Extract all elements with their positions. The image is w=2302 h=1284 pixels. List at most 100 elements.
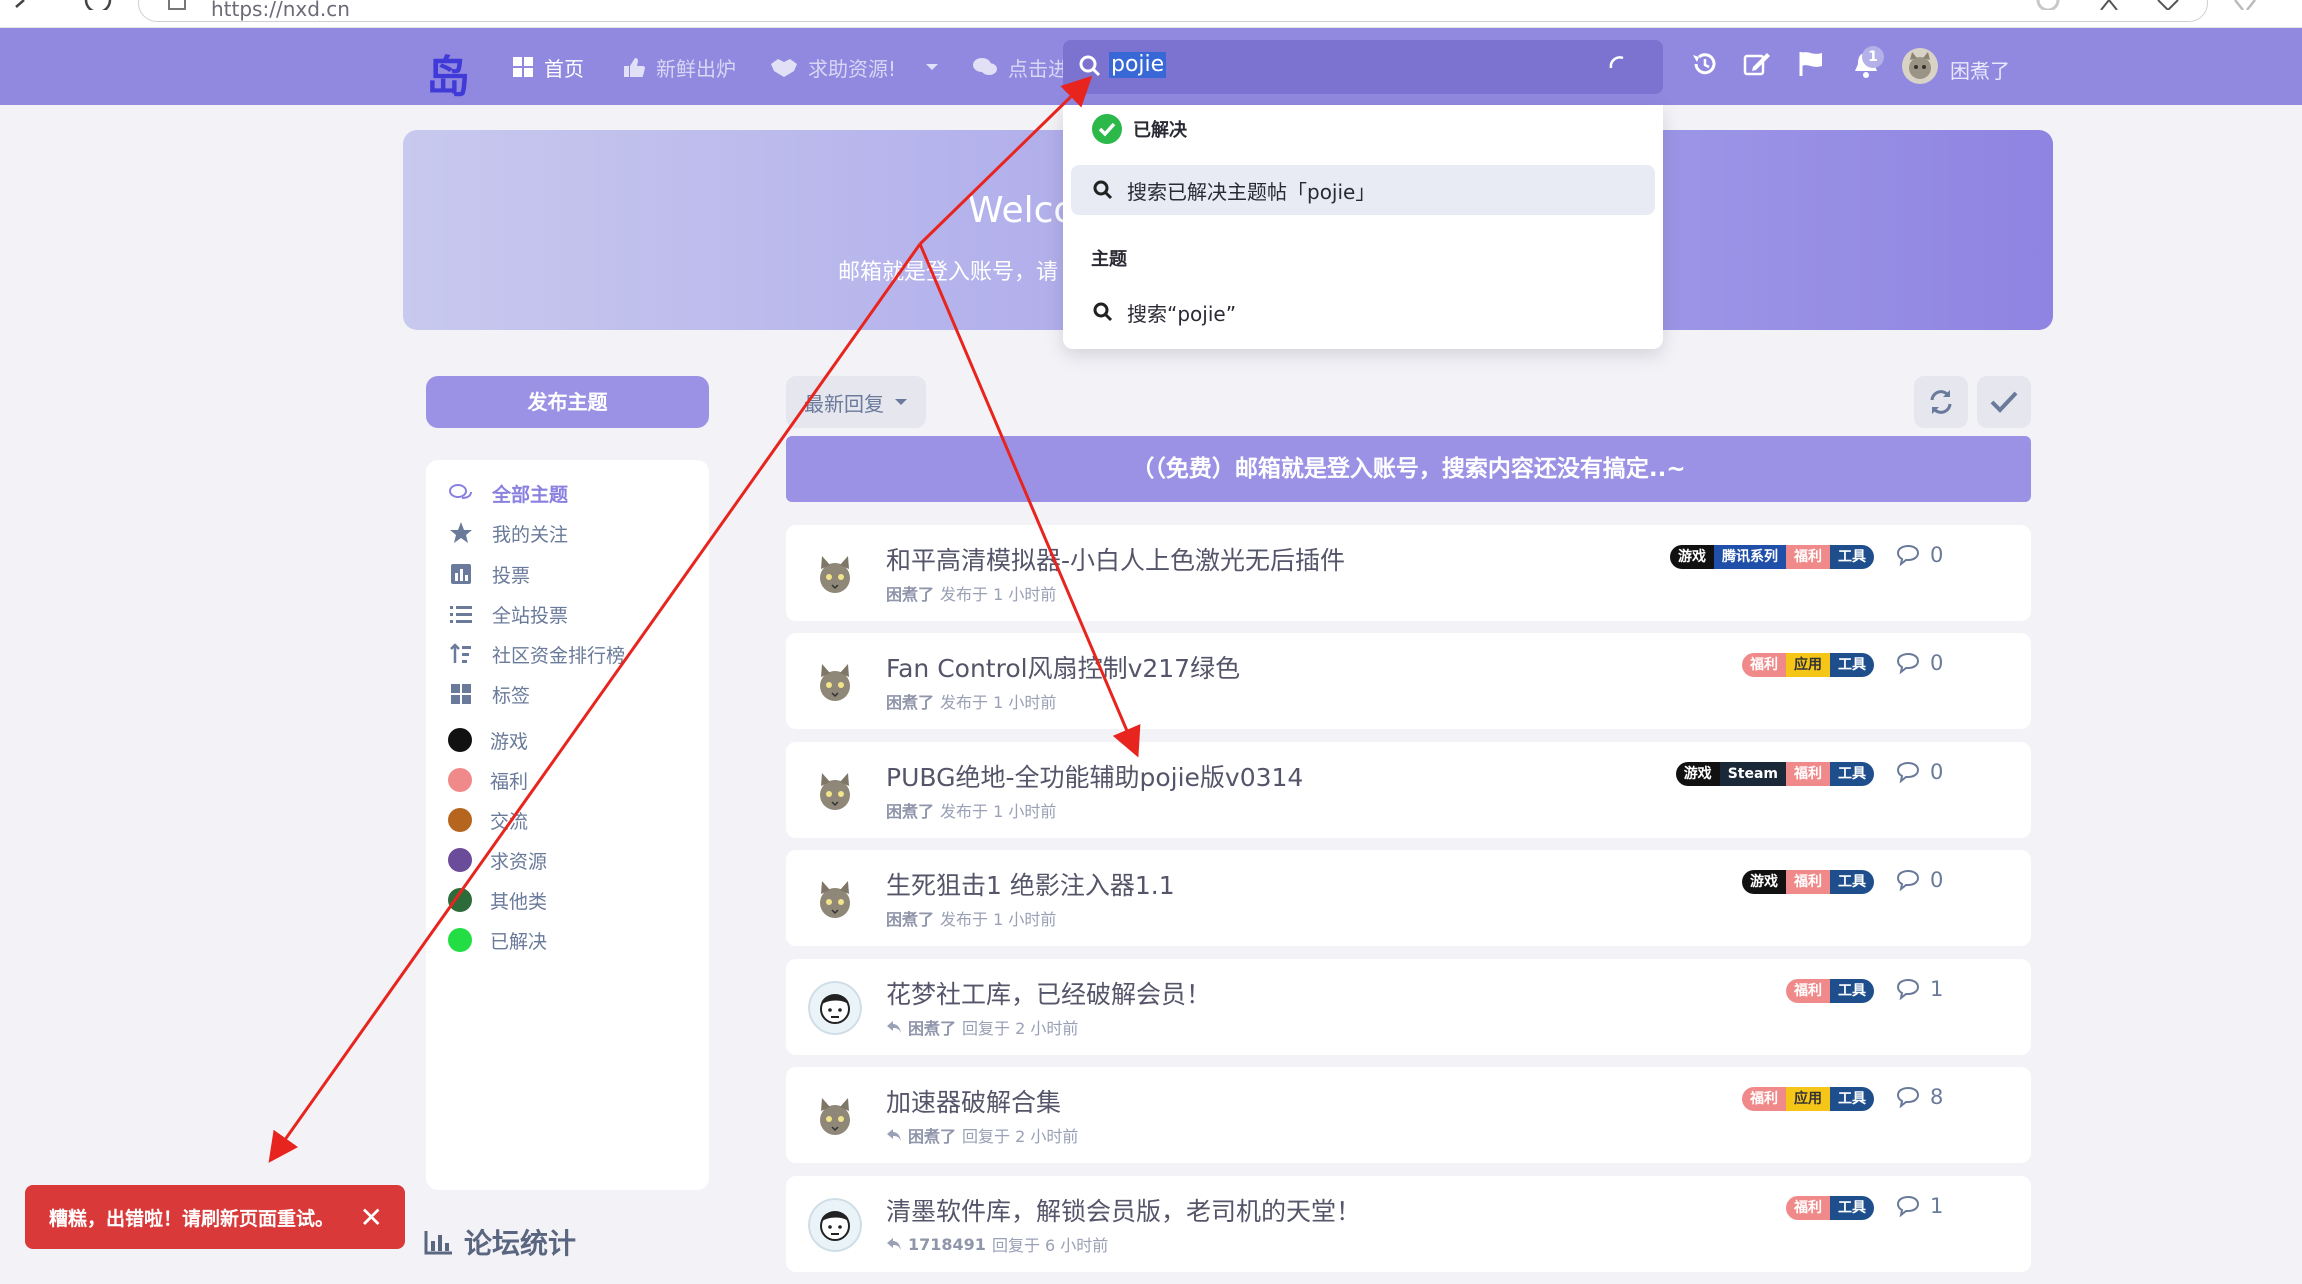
avatar[interactable] (808, 547, 862, 601)
edge-copilot-icon[interactable] (2036, 0, 2060, 10)
sidebar-item-funds-ranking[interactable]: 社区资金排行榜 (448, 639, 625, 669)
topic-tag[interactable]: 福利 (1786, 545, 1830, 569)
sidebar-tag-solved[interactable]: 已解决 (448, 925, 547, 955)
avatar[interactable] (808, 655, 862, 709)
topic-tags: 福利 应用 工具 (1742, 653, 1874, 677)
topic-row[interactable]: PUBG绝地-全功能辅助pojie版v0314 困煮了 发布于 1 小时前 游戏 Ste… (786, 742, 2031, 838)
topic-tags: 游戏 福利 工具 (1742, 870, 1874, 894)
nav-home[interactable]: 首页 (512, 52, 584, 82)
avatar[interactable] (808, 1198, 862, 1252)
topic-title[interactable]: 花梦社工库，已经破解会员！ (886, 975, 1211, 1011)
topic-row[interactable]: 加速器破解合集 困煮了 回复于 2 小时前 福利 应用 工具 8 (786, 1067, 2031, 1163)
topic-tag[interactable]: 工具 (1830, 979, 1874, 1003)
topic-tag[interactable]: 工具 (1830, 1196, 1874, 1220)
topic-author[interactable]: 困煮了 (886, 906, 934, 930)
topic-row[interactable]: 花梦社工库，已经破解会员！ 困煮了 回复于 2 小时前 福利 工具 1 (786, 959, 2031, 1055)
topic-tag[interactable]: 工具 (1830, 653, 1874, 677)
sidebar-item-tags[interactable]: 标签 (448, 679, 530, 709)
dropdown-item-search-solved[interactable]: 搜索已解决主题帖「pojie」 (1071, 165, 1655, 215)
topic-time: 发布于 1 小时前 (940, 802, 1057, 821)
topic-row[interactable]: 和平高清模拟器-小白人上色激光无后插件 困煮了 发布于 1 小时前 游戏 腾讯系列 福利工… (786, 525, 2031, 621)
username[interactable]: 困煮了 (1950, 55, 2010, 84)
topic-author[interactable]: 困煮了 (886, 689, 934, 713)
topic-title[interactable]: 清墨软件库，解锁会员版，老司机的天堂！ (886, 1192, 1361, 1228)
topic-title[interactable]: 加速器破解合集 (886, 1083, 1061, 1119)
close-window-icon[interactable] (2233, 0, 2257, 10)
mark-all-read-button[interactable] (1977, 376, 2031, 428)
topic-tag[interactable]: 福利 (1742, 653, 1786, 677)
topic-tag[interactable]: 应用 (1786, 653, 1830, 677)
topic-row[interactable]: Fan Control风扇控制v217绿色 困煮了 发布于 1 小时前 福利 应用 工具 0 (786, 633, 2031, 729)
sidebar-tag-welfare[interactable]: 福利 (448, 765, 528, 795)
topic-tag[interactable]: 游戏 (1670, 545, 1714, 569)
dropdown-section-topics-label: 主题 (1091, 249, 1127, 270)
topic-tag[interactable]: 福利 (1742, 1087, 1786, 1111)
nav-more[interactable]: 点击进 (972, 52, 1068, 82)
topic-tag[interactable]: 福利 (1786, 870, 1830, 894)
sidebar-item-following[interactable]: 我的关注 (448, 518, 568, 548)
forum-stats-title-label: 论坛统计 (464, 1227, 577, 1260)
search-input[interactable]: pojie (1109, 52, 1167, 78)
topic-row[interactable]: 生死狙击1 绝影注入器1.1 困煮了 发布于 1 小时前 游戏 福利 工具 0 (786, 850, 2031, 946)
sidebar-item-all-topics[interactable]: 全部主题 (448, 478, 568, 508)
reload-icon[interactable] (84, 0, 112, 10)
topic-tag[interactable]: 工具 (1830, 545, 1874, 569)
sidebar-item-all-polls[interactable]: 全站投票 (448, 599, 568, 629)
topic-tag[interactable]: 游戏 (1675, 762, 1720, 786)
sidebar-tag-request[interactable]: 求资源 (448, 845, 547, 875)
post-topic-button[interactable]: 发布主题 (426, 376, 709, 428)
sidebar-item-poll[interactable]: 投票 (448, 559, 530, 589)
topic-row[interactable]: 清墨软件库，解锁会员版，老司机的天堂！ 1718491 回复于 6 小时前 福利 工具 1 (786, 1176, 2031, 1272)
topic-tag[interactable]: 工具 (1830, 762, 1874, 786)
topic-author[interactable]: 困煮了 (908, 1015, 956, 1039)
topic-author[interactable]: 1718491 (908, 1235, 986, 1254)
topic-title[interactable]: PUBG绝地-全功能辅助pojie版v0314 (886, 758, 1303, 794)
avatar[interactable] (808, 872, 862, 926)
topic-tag[interactable]: 福利 (1786, 979, 1830, 1003)
edit-icon[interactable] (1743, 50, 1771, 78)
address-bar[interactable]: https://nxd.cn (138, 0, 2208, 22)
topic-tag[interactable]: 应用 (1786, 1087, 1830, 1111)
topic-tag[interactable]: 腾讯系列 (1714, 545, 1786, 569)
history-icon[interactable] (1690, 50, 1718, 78)
topic-tag[interactable]: 福利 (1786, 1196, 1830, 1220)
reply-count-value: 0 (1930, 543, 1944, 567)
sidebar-tag-game[interactable]: 游戏 (448, 725, 528, 755)
list-icon (450, 606, 472, 623)
topic-time: 发布于 1 小时前 (940, 693, 1057, 712)
topic-author[interactable]: 困煮了 (908, 1123, 956, 1147)
avatar[interactable] (808, 764, 862, 818)
avatar[interactable] (1902, 48, 1938, 84)
topic-tag[interactable]: 工具 (1830, 870, 1874, 894)
topic-title[interactable]: Fan Control风扇控制v217绿色 (886, 649, 1240, 685)
search-box[interactable]: pojie (1063, 40, 1663, 94)
dropdown-item-search-topics[interactable]: 搜索“pojie” (1071, 287, 1655, 337)
avatar[interactable] (808, 981, 862, 1035)
reply-count: 1 (1896, 1194, 1943, 1218)
topic-title[interactable]: 和平高清模拟器-小白人上色激光无后插件 (886, 541, 1345, 577)
topic-title[interactable]: 生死狙击1 绝影注入器1.1 (886, 866, 1175, 902)
sidebar-tag-other[interactable]: 其他类 (448, 885, 547, 915)
close-icon[interactable]: ✕ (360, 1201, 383, 1234)
refresh-button[interactable] (1914, 376, 1968, 428)
topic-tag[interactable]: 福利 (1786, 762, 1830, 786)
read-aloud-icon[interactable] (2097, 0, 2121, 10)
avatar[interactable] (808, 1089, 862, 1143)
topic-author[interactable]: 困煮了 (886, 798, 934, 822)
dropdown-section-solved-label: 已解决 (1133, 120, 1187, 141)
topic-author[interactable]: 困煮了 (886, 581, 934, 605)
chevron-down-icon[interactable] (924, 62, 940, 72)
topic-tag[interactable]: 游戏 (1742, 870, 1786, 894)
page-info-icon[interactable] (167, 0, 189, 11)
topic-tag[interactable]: 工具 (1830, 1087, 1874, 1111)
favorite-star-icon[interactable] (2156, 0, 2180, 10)
nav-help[interactable]: 求助资源! (770, 52, 896, 82)
sort-dropdown-button[interactable]: 最新回复 (786, 376, 926, 428)
nav-fresh[interactable]: 新鲜出炉 (622, 52, 736, 82)
sidebar-tag-discussion[interactable]: 交流 (448, 805, 528, 835)
site-logo[interactable]: 岛 (426, 41, 470, 105)
flag-icon[interactable] (1797, 50, 1825, 78)
search-icon (1093, 302, 1113, 322)
back-arrow-icon[interactable] (12, 0, 32, 14)
topic-tag[interactable]: Steam (1719, 762, 1786, 786)
